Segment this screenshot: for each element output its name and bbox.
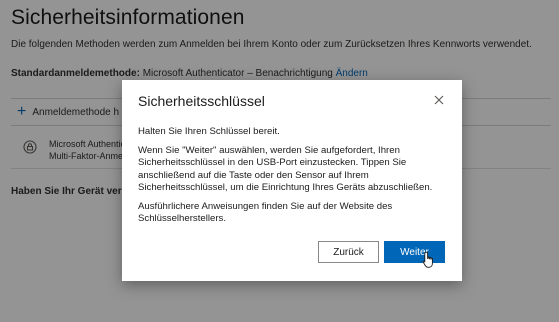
dialog-paragraph-1: Halten Sie Ihren Schlüssel bereit.: [138, 126, 280, 137]
dialog-title: Sicherheitsschlüssel: [138, 93, 265, 109]
dialog-paragraph-2: Wenn Sie "Weiter" auswählen, werden Sie …: [138, 145, 433, 193]
back-button[interactable]: Zurück: [318, 241, 379, 263]
dialog-paragraph-3: Ausführlichere Anweisungen finden Sie au…: [138, 201, 393, 225]
dialog-body: Halten Sie Ihren Schlüssel bereit. Wenn …: [138, 126, 450, 232]
security-key-dialog: Sicherheitsschlüssel Halten Sie Ihren Sc…: [122, 80, 462, 281]
close-icon[interactable]: [432, 93, 446, 107]
hand-pointer-icon: [422, 251, 433, 268]
